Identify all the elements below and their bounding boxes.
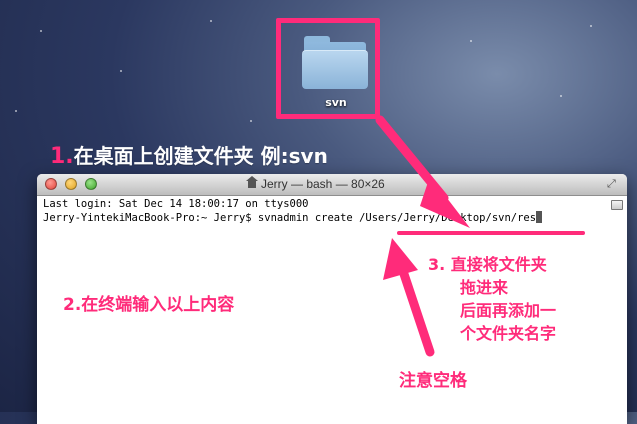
- annotation-step2-number: 2.: [63, 295, 82, 315]
- zoom-button[interactable]: [85, 178, 97, 190]
- fullscreen-icon[interactable]: ⤢: [607, 178, 619, 190]
- terminal-command-text: Jerry-YintekiMacBook-Pro:~ Jerry$ svnadm…: [43, 212, 537, 224]
- annotation-step3-number: 3.: [428, 255, 446, 274]
- path-underline: [397, 231, 585, 235]
- annotation-step3-line-1: 直接将文件夹: [450, 255, 547, 274]
- window-title-text: Jerry — bash — 80×26: [261, 177, 385, 191]
- window-title: Jerry — bash — 80×26: [246, 176, 385, 191]
- annotation-step3-line-4: 个文件夹名字: [460, 324, 557, 343]
- home-icon: [246, 176, 258, 189]
- terminal-titlebar[interactable]: Jerry — bash — 80×26 ⤢: [37, 174, 627, 196]
- annotation-step1-text: 在桌面上创建文件夹 例:svn: [73, 144, 328, 168]
- folder-highlight-box: [276, 18, 380, 119]
- annotation-step3-line-3: 后面再添加一: [460, 301, 557, 320]
- annotation-step1-number: 1.: [50, 144, 74, 169]
- annotation-step2-text: 在终端输入以上内容: [81, 295, 235, 315]
- text-cursor: [536, 211, 543, 223]
- scroll-widget[interactable]: [611, 200, 623, 210]
- annotation-note-space: 注意空格: [399, 371, 467, 391]
- terminal-output[interactable]: Last login: Sat Dec 14 18:00:17 on ttys0…: [43, 198, 543, 225]
- terminal-line-last-login: Last login: Sat Dec 14 18:00:17 on ttys0…: [43, 198, 309, 210]
- terminal-line-command: Jerry-YintekiMacBook-Pro:~ Jerry$ svnadm…: [43, 211, 543, 225]
- annotation-step2: 2.在终端输入以上内容: [63, 290, 234, 315]
- annotation-step1: 1.在桌面上创建文件夹 例:svn: [50, 140, 328, 169]
- annotation-step3-line-2: 拖进来: [460, 278, 509, 297]
- close-button[interactable]: [45, 178, 57, 190]
- minimize-button[interactable]: [65, 178, 77, 190]
- annotation-step3: 3. 直接将文件夹 拖进来 后面再添加一 个文件夹名字: [428, 253, 556, 345]
